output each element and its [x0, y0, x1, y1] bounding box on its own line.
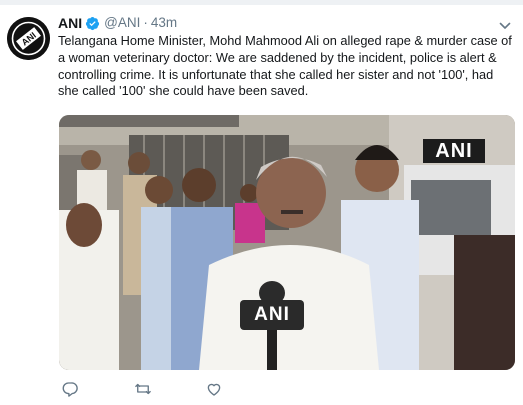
separator-dot: · — [143, 15, 148, 30]
divider — [0, 0, 523, 5]
tweet-card[interactable]: ANI ANI @ANI · 43m Telangana Home Minist… — [0, 0, 523, 405]
avatar[interactable]: ANI — [7, 17, 50, 60]
tweet-text: Telangana Home Minister, Mohd Mahmood Al… — [58, 33, 512, 99]
mic-flag-label: ANI — [240, 300, 304, 330]
reply-icon[interactable] — [61, 380, 81, 400]
ani-logo-icon: ANI — [7, 17, 50, 60]
author-handle[interactable]: @ANI — [104, 14, 140, 32]
retweet-icon[interactable] — [133, 380, 153, 400]
tweet-header: ANI @ANI · 43m — [58, 14, 177, 32]
heart-icon[interactable] — [205, 380, 225, 400]
verified-badge-icon — [85, 16, 100, 31]
author-name[interactable]: ANI — [58, 14, 82, 32]
timestamp[interactable]: 43m — [151, 14, 177, 32]
ani-watermark: ANI — [423, 139, 485, 163]
chevron-down-icon[interactable] — [499, 18, 511, 29]
